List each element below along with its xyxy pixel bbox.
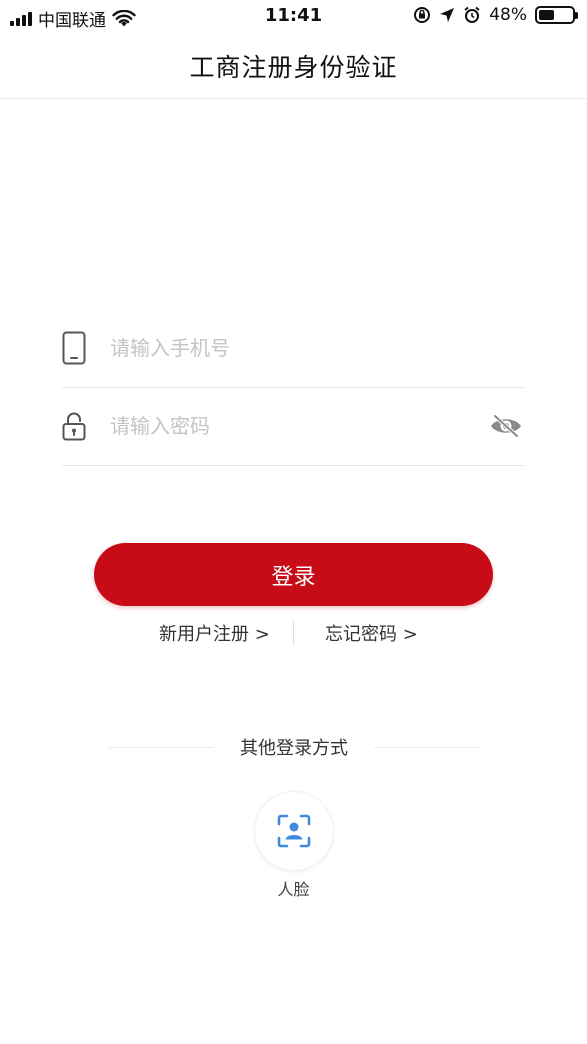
phone-input[interactable]	[110, 336, 524, 360]
status-bar: 中国联通 11:41 48%	[0, 0, 587, 34]
battery-fill	[539, 10, 555, 20]
face-login-label: 人脸	[277, 880, 310, 899]
forgot-password-link[interactable]: 忘记密码 >	[325, 620, 418, 646]
status-right: 48%	[413, 5, 578, 25]
phone-icon	[62, 330, 86, 366]
register-link[interactable]: 新用户注册 >	[159, 620, 270, 646]
phone-field-row	[62, 309, 524, 388]
other-login-header: 其他登录方式	[108, 734, 480, 760]
battery-icon	[535, 6, 578, 24]
page-title: 工商注册身份验证	[189, 53, 398, 82]
auxiliary-links: 新用户注册 > 忘记密码 >	[0, 620, 587, 648]
location-icon	[440, 8, 455, 22]
lock-icon	[62, 408, 86, 444]
password-input[interactable]	[110, 414, 488, 438]
orientation-lock-icon	[414, 7, 431, 23]
eye-off-icon[interactable]	[488, 411, 524, 441]
login-screen: 中国联通 11:41 48% 工商注册身份验证 请输入手机号 登录 新用户注册 …	[0, 0, 587, 1044]
battery-percent: 48%	[489, 5, 527, 25]
links-divider	[293, 621, 294, 645]
password-field-row	[62, 387, 524, 466]
face-scan-icon	[277, 814, 311, 848]
login-button[interactable]: 登录	[94, 543, 493, 606]
nav-bar: 工商注册身份验证	[0, 34, 587, 99]
divider-right	[374, 747, 480, 748]
alarm-icon	[464, 6, 480, 23]
face-login-button[interactable]	[254, 791, 334, 871]
